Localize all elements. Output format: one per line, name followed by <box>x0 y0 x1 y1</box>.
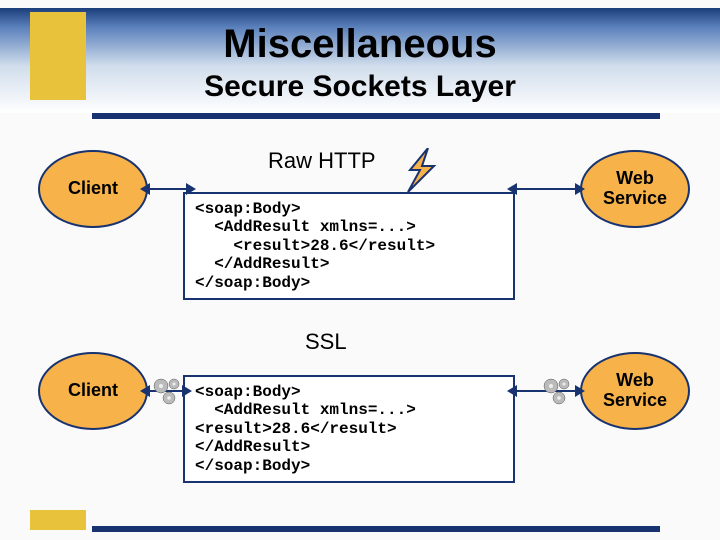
raw-http-label: Raw HTTP <box>268 148 376 174</box>
page-subtitle: Secure Sockets Layer <box>0 70 720 104</box>
header-rule <box>92 113 660 119</box>
ws-label-line2: Service <box>603 189 667 209</box>
client-node-bottom: Client <box>38 352 148 430</box>
gears-icon-left <box>150 374 186 410</box>
ssl-label: SSL <box>305 329 347 355</box>
webservice-node-top: Web Service <box>580 150 690 228</box>
arrow-ws-top <box>517 188 575 190</box>
soap-body-box-top: <soap:Body> <AddResult xmlns=...> <resul… <box>183 192 515 300</box>
client-label: Client <box>68 381 118 401</box>
ws-label-line2: Service <box>603 391 667 411</box>
webservice-node-bottom: Web Service <box>580 352 690 430</box>
gears-icon-right <box>540 374 576 410</box>
ws-label-line1: Web <box>616 371 654 391</box>
page-title: Miscellaneous <box>0 22 720 67</box>
footer-rule <box>92 526 660 532</box>
client-label: Client <box>68 179 118 199</box>
arrow-client-top <box>150 188 186 190</box>
soap-body-box-bottom: <soap:Body> <AddResult xmlns=...> <resul… <box>183 375 515 483</box>
ws-label-line1: Web <box>616 169 654 189</box>
lightning-icon <box>400 148 440 192</box>
footer-accent-bar <box>30 510 86 530</box>
client-node-top: Client <box>38 150 148 228</box>
